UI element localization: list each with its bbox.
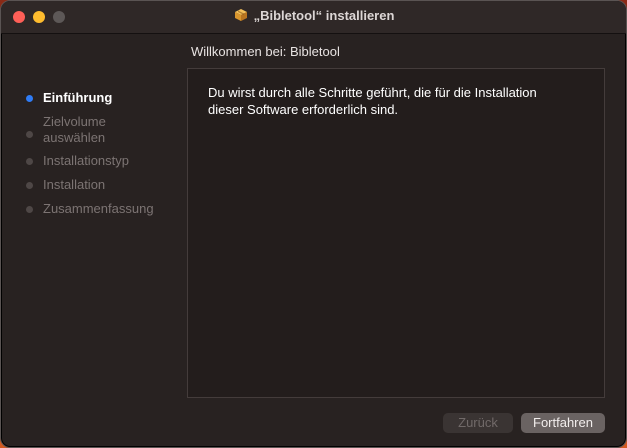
step-summary: Zusammenfassung — [26, 201, 176, 217]
content-line1: Du wirst durch alle Schritte geführt, di… — [208, 85, 537, 100]
step-label: Zielvolume auswählen — [43, 114, 106, 146]
step-indicator-dot — [26, 158, 33, 165]
content-line2: dieser Software erforderlich sind. — [208, 102, 399, 117]
step-indicator-dot — [26, 182, 33, 189]
step-introduction: Einführung — [26, 90, 176, 106]
content-text: Du wirst durch alle Schritte geführt, di… — [208, 84, 588, 118]
step-label: Installation — [43, 177, 106, 192]
step-indicator-dot — [26, 95, 33, 102]
step-label: Installationstyp — [43, 153, 129, 168]
step-label: Einführung — [43, 90, 113, 105]
back-button[interactable]: Zurück — [443, 413, 513, 433]
window-title-group: „Bibletool“ installieren — [1, 8, 626, 23]
step-label-line2: auswählen — [43, 130, 106, 145]
step-label-line1: Zielvolume — [43, 114, 106, 129]
content-panel: Du wirst durch alle Schritte geführt, di… — [187, 68, 605, 398]
step-installation-type: Installationstyp — [26, 153, 176, 169]
window-title: „Bibletool“ installieren — [253, 8, 395, 23]
installer-window: „Bibletool“ installieren Willkommen bei:… — [0, 0, 627, 448]
title-bar[interactable]: „Bibletool“ installieren — [1, 1, 626, 34]
package-icon — [234, 9, 247, 21]
page-heading: Willkommen bei: Bibletool — [191, 44, 340, 59]
continue-button[interactable]: Fortfahren — [521, 413, 605, 433]
step-label: Zusammenfassung — [43, 201, 154, 216]
step-indicator-dot — [26, 131, 33, 138]
step-select-destination: Zielvolume auswählen — [26, 114, 176, 146]
step-indicator-dot — [26, 206, 33, 213]
desktop-background: „Bibletool“ installieren Willkommen bei:… — [0, 0, 627, 448]
step-installation: Installation — [26, 177, 176, 193]
